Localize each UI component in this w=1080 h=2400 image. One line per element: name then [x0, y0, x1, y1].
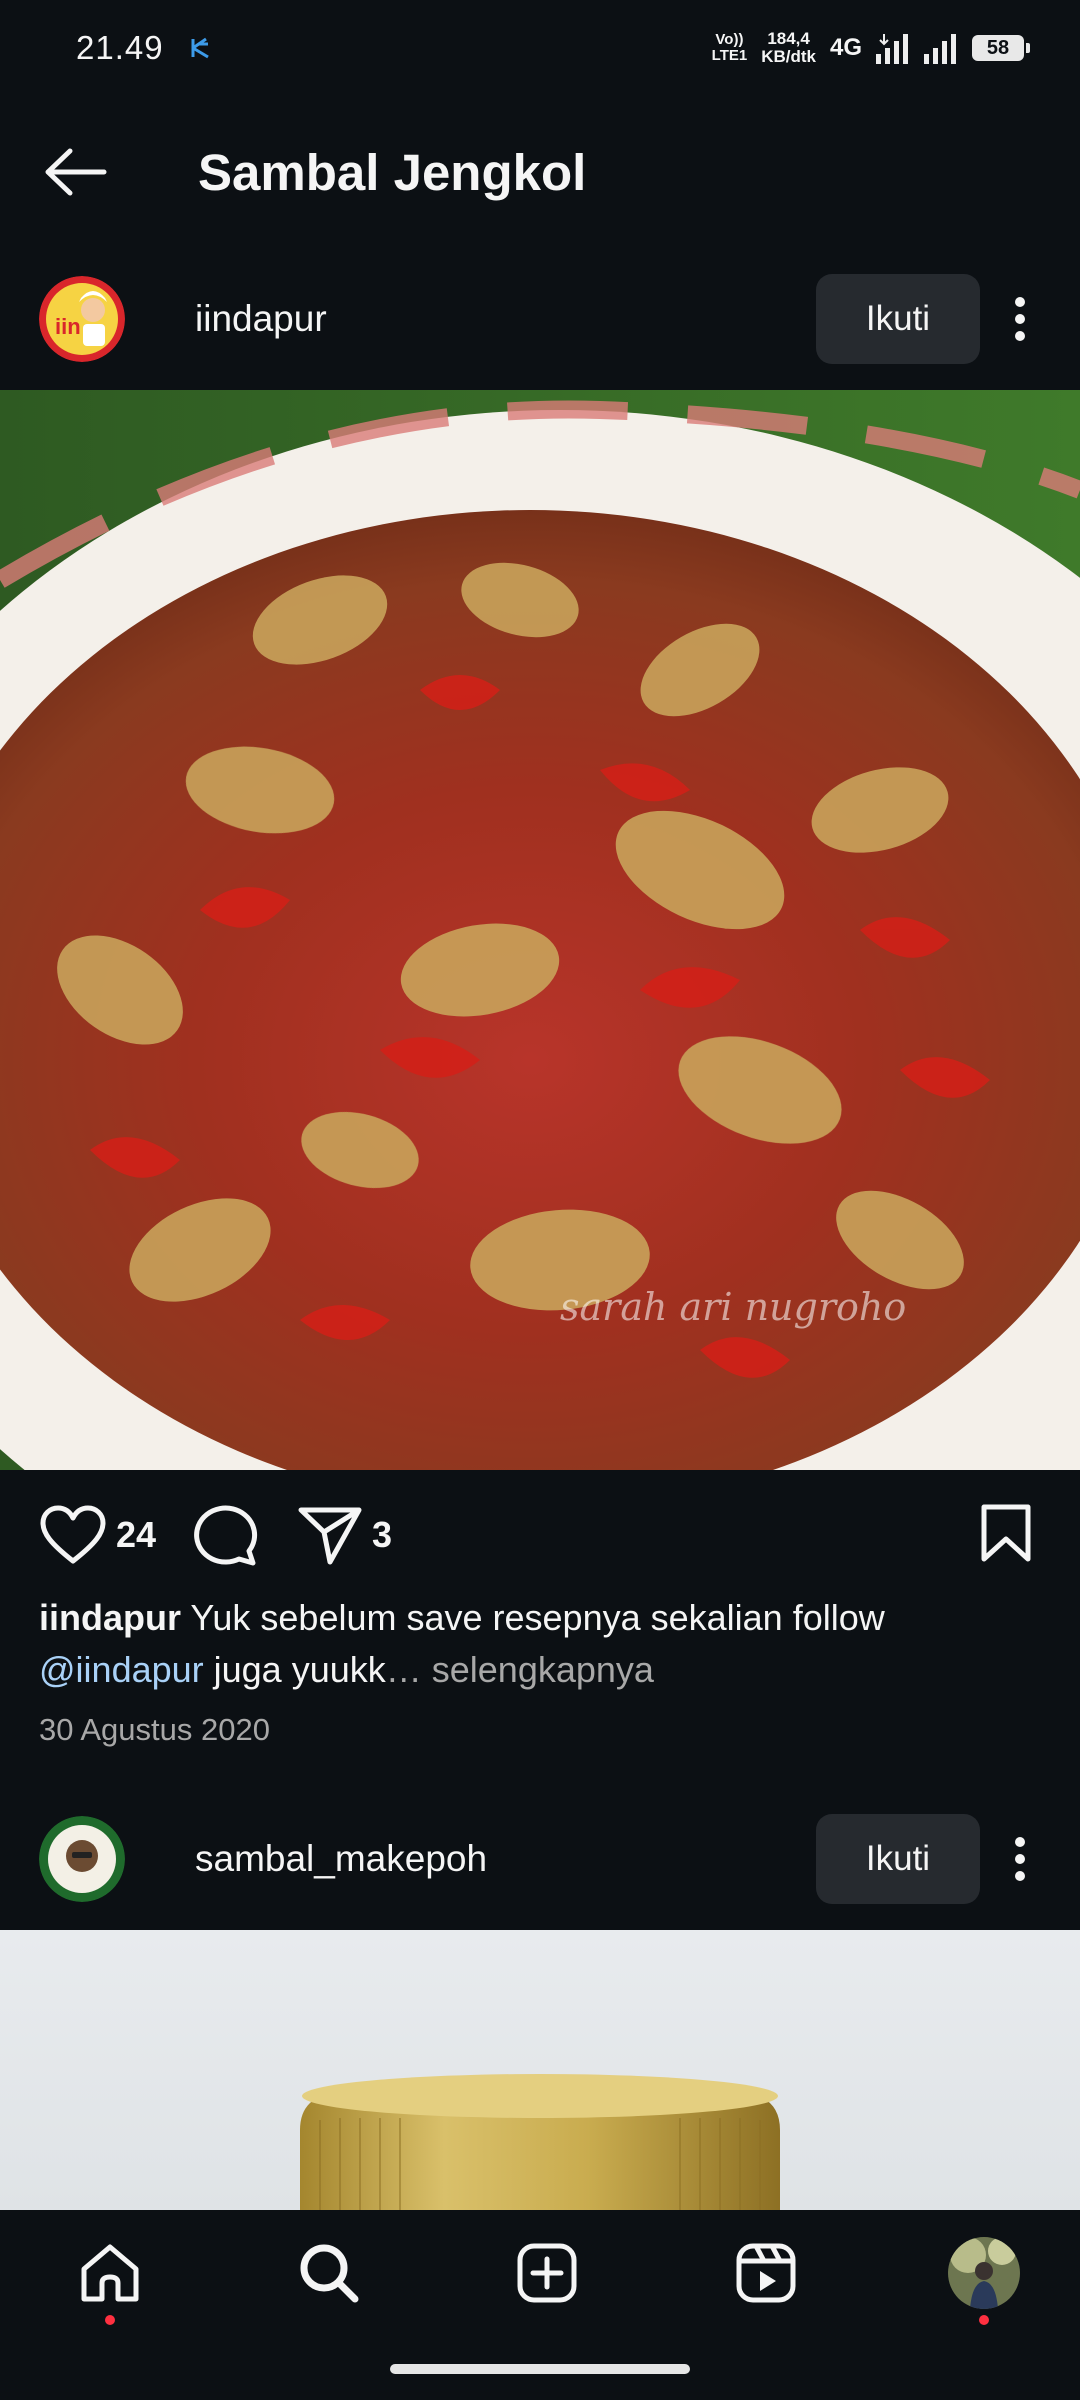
home-icon [81, 2244, 139, 2302]
post-username-2[interactable]: sambal_makepoh [195, 1838, 487, 1880]
post-header-2: sambal_makepoh Ikuti [0, 1794, 1080, 1924]
status-time: 21.49 [76, 29, 164, 66]
back-button[interactable] [16, 110, 136, 234]
follow-button-2[interactable]: Ikuti [816, 1814, 980, 1904]
signal-icon [876, 34, 908, 64]
share-count: 3 [372, 1514, 393, 1555]
send-icon [298, 1507, 362, 1565]
status-bar: 21.49 Vo)) LTE1 184,4 KB/dtk 4G 58 [0, 0, 1080, 96]
volte-bottom: LTE1 [711, 47, 748, 64]
nav-reels[interactable] [726, 2233, 806, 2313]
like-button[interactable]: 24 [40, 1505, 156, 1565]
notification-dot [105, 2315, 115, 2325]
avatar-text: iin [55, 314, 81, 339]
volte-indicator: Vo)) LTE1 [712, 32, 748, 64]
page-title: Sambal Jengkol [198, 143, 587, 201]
caption-text: Yuk sebelum save resepnya sekalian follo… [181, 1597, 885, 1638]
home-indicator[interactable] [390, 2364, 690, 2374]
more-options-button-2[interactable] [980, 1814, 1060, 1904]
follow-button[interactable]: Ikuti [816, 274, 980, 364]
create-icon [517, 2243, 577, 2303]
post-image[interactable]: sarah ari nugroho [0, 390, 1080, 1470]
nav-profile[interactable] [944, 2233, 1024, 2325]
notification-dot-profile [979, 2315, 989, 2325]
caption-rest: juga yuukk [203, 1649, 386, 1690]
battery-indicator: 58 [972, 35, 1030, 61]
post-date: 30 Agustus 2020 [39, 1712, 270, 1747]
food-photo: sarah ari nugroho [0, 390, 1080, 1470]
profile-avatar [948, 2237, 1020, 2309]
app-notification-icon [191, 37, 209, 59]
post-header: iin iindapur Ikuti [0, 254, 1080, 384]
post-image-2[interactable] [0, 1930, 1080, 2210]
avatar-2[interactable] [39, 1816, 125, 1902]
jar-photo [0, 1930, 1080, 2210]
netspeed-value: 184,4 [767, 29, 810, 48]
caption-mention[interactable]: @iindapur [39, 1649, 204, 1690]
caption-username[interactable]: iindapur [39, 1597, 181, 1638]
caption-ellipsis: … [385, 1649, 422, 1690]
more-vertical-icon [1015, 297, 1025, 341]
bottom-navigation [0, 2210, 1080, 2400]
share-button[interactable]: 3 [298, 1505, 392, 1565]
arrow-left-icon [45, 148, 107, 196]
more-vertical-icon [1015, 1837, 1025, 1881]
like-count: 24 [116, 1514, 157, 1555]
more-options-button[interactable] [980, 274, 1060, 364]
post-actions: 24 3 [0, 1490, 1080, 1580]
heart-icon [40, 1505, 106, 1564]
network-type: 4G [829, 34, 862, 61]
signal-icon-2 [924, 34, 956, 64]
avatar[interactable]: iin [39, 276, 125, 362]
nav-home[interactable] [70, 2233, 150, 2325]
volte-top: Vo)) [715, 31, 744, 48]
search-icon [300, 2244, 358, 2303]
nav-create[interactable] [507, 2233, 587, 2313]
nav-search[interactable] [289, 2233, 369, 2313]
more-link[interactable]: selengkapnya [422, 1649, 654, 1690]
post-caption: iindapur Yuk sebelum save resepnya sekal… [39, 1592, 1049, 1696]
photo-watermark: sarah ari nugroho [560, 1285, 906, 1329]
status-indicators: Vo)) LTE1 184,4 KB/dtk 4G 58 [712, 30, 1030, 66]
post-username[interactable]: iindapur [195, 298, 327, 340]
network-speed: 184,4 KB/dtk [761, 30, 816, 66]
bookmark-icon [981, 1504, 1031, 1561]
netspeed-unit: KB/dtk [761, 47, 816, 66]
page-header: Sambal Jengkol [0, 110, 1080, 234]
comment-icon [194, 1505, 258, 1566]
save-button[interactable] [980, 1503, 1032, 1568]
comment-button[interactable] [192, 1503, 258, 1567]
reels-icon [736, 2243, 795, 2303]
